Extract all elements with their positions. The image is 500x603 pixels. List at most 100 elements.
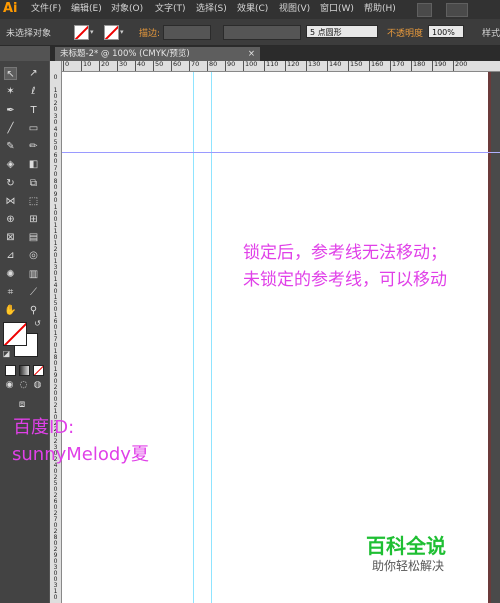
document-tab[interactable]: 未标题-2* @ 100% (CMYK/预览) × [55,47,260,61]
pen-tool-icon[interactable]: ✒ [4,104,17,117]
ruler-tick: 50 [53,139,58,152]
type-tool-icon[interactable]: T [27,104,40,117]
fill-dropdown-icon[interactable]: ▾ [90,26,98,38]
eraser-tool-icon[interactable]: ◧ [27,158,40,171]
menu-effect[interactable]: 效果(C) [237,3,268,16]
perspective-grid-tool-icon[interactable]: ⊞ [27,213,40,226]
fill-swatch[interactable] [74,25,89,40]
none-mode-icon[interactable] [33,365,44,376]
stroke-dropdown-icon[interactable]: ▾ [120,26,128,38]
rectangle-tool-icon[interactable]: ▭ [27,122,40,135]
draw-normal-icon[interactable]: ◉ [3,379,16,392]
ruler-tick: 140 [326,61,342,71]
opacity-label[interactable]: 不透明度 [387,26,423,39]
ruler-tick: 290 [53,546,58,565]
slice-tool-icon[interactable]: ⟋ [27,286,40,299]
fill-color-box[interactable] [3,322,27,346]
artboard[interactable] [62,72,488,603]
menu-view[interactable]: 视图(V) [279,3,310,16]
magic-wand-tool-icon[interactable]: ✶ [4,85,17,98]
ruler-tick: 20 [98,61,110,71]
ruler-tick: 180 [410,61,426,71]
opacity-field[interactable]: 100% [428,25,464,38]
document-tab-bar: 未标题-2* @ 100% (CMYK/预览) × [50,46,500,61]
free-transform-tool-icon[interactable]: ⬚ [27,195,40,208]
bridge-button[interactable] [417,3,432,17]
line-tool-icon[interactable]: ╱ [4,122,17,135]
ruler-tick: 70 [188,61,200,71]
brush-field[interactable]: 5 点圆形 [306,25,378,38]
blob-brush-tool-icon[interactable]: ◈ [4,158,17,171]
ruler-tick: 100 [53,204,58,223]
shape-builder-tool-icon[interactable]: ⊕ [4,213,17,226]
ruler-tick: 200 [53,384,58,403]
default-colors-icon[interactable]: ◪ [0,347,13,360]
width-tool-icon[interactable]: ⋈ [4,195,17,208]
stroke-label[interactable]: 描边: [139,26,160,39]
ruler-tick: 180 [53,348,58,367]
control-bar: 未选择对象 ▾ ▾ 描边: 5 点圆形 不透明度 100% 样式 [0,19,500,46]
scale-tool-icon[interactable]: ⧉ [27,177,40,190]
rotate-tool-icon[interactable]: ↻ [4,177,17,190]
ruler-tick: 280 [53,528,58,547]
ruler-tick: 10 [80,61,92,71]
ruler-tick: 110 [53,222,58,241]
none-slash-icon [4,323,26,345]
ruler-tick: 0 [53,74,58,81]
direct-selection-tool-icon[interactable]: ↗ [27,67,40,80]
hand-tool-icon[interactable]: ✋ [4,304,17,317]
locked-horizontal-guide-extension [488,152,500,153]
lasso-tool-icon[interactable]: ℓ [27,85,40,98]
draw-inside-icon[interactable]: ◍ [31,379,44,392]
menu-bar: Ai 文件(F) 编辑(E) 对象(O) 文字(T) 选择(S) 效果(C) 视… [0,0,500,19]
gradient-mode-icon[interactable] [19,365,30,376]
symbol-sprayer-tool-icon[interactable]: ✺ [4,268,17,281]
pencil-tool-icon[interactable]: ✏ [27,140,40,153]
ruler-tick: 300 [53,564,58,583]
menu-edit[interactable]: 编辑(E) [71,3,102,16]
selection-tool-icon[interactable]: ↖ [4,67,17,80]
ruler-tick: 270 [53,510,58,529]
arrange-documents-button[interactable] [446,3,468,17]
menu-object[interactable]: 对象(O) [111,3,143,16]
ruler-tick: 160 [368,61,384,71]
menu-select[interactable]: 选择(S) [196,3,227,16]
ruler-tick: 80 [206,61,218,71]
tools-panel: ↖ ↗ ✶ ℓ ✒ T ╱ ▭ ✎ ✏ ◈ ◧ ↻ ⧉ ⋈ ⬚ ⊕ ⊞ ⊠ ▤ … [0,61,49,603]
mesh-tool-icon[interactable]: ⊠ [4,231,17,244]
stroke-weight-field[interactable] [163,25,211,40]
blend-tool-icon[interactable]: ◎ [27,249,40,262]
column-graph-tool-icon[interactable]: ▥ [27,268,40,281]
paintbrush-tool-icon[interactable]: ✎ [4,140,17,153]
ruler-tick: 60 [53,152,58,165]
ruler-tick: 150 [53,294,58,313]
ruler-tick: 150 [347,61,363,71]
menu-window[interactable]: 窗口(W) [320,3,354,16]
ruler-tick: 90 [53,191,58,204]
watermark-subtitle: 助你轻松解决 [372,559,445,573]
ruler-tick: 60 [170,61,182,71]
screen-mode-icon[interactable]: ⧈ [14,398,30,411]
ruler-tick: 110 [263,61,279,71]
artboard-tool-icon[interactable]: ⌗ [4,286,17,299]
color-mode-icon[interactable] [5,365,16,376]
menu-file[interactable]: 文件(F) [31,3,61,16]
ruler-tick: 200 [452,61,468,71]
stroke-swatch[interactable] [104,25,119,40]
app-logo: Ai [3,1,18,16]
swap-colors-icon[interactable]: ↺ [31,317,44,330]
no-selection-label: 未选择对象 [6,29,52,39]
variable-width-field[interactable] [223,25,301,40]
close-icon[interactable]: × [248,47,255,61]
ruler-tick: 310 [53,582,58,601]
watermark-title: 百科全说 [366,534,446,558]
style-label[interactable]: 样式 [482,26,500,39]
ruler-tick: 0 [62,61,70,71]
menu-help[interactable]: 帮助(H) [364,3,396,16]
zoom-tool-icon[interactable]: ⚲ [27,304,40,317]
menu-type[interactable]: 文字(T) [155,3,186,16]
draw-behind-icon[interactable]: ◌ [17,379,30,392]
eyedropper-tool-icon[interactable]: ⊿ [4,249,17,262]
ruler-tick: 120 [284,61,300,71]
gradient-tool-icon[interactable]: ▤ [27,231,40,244]
